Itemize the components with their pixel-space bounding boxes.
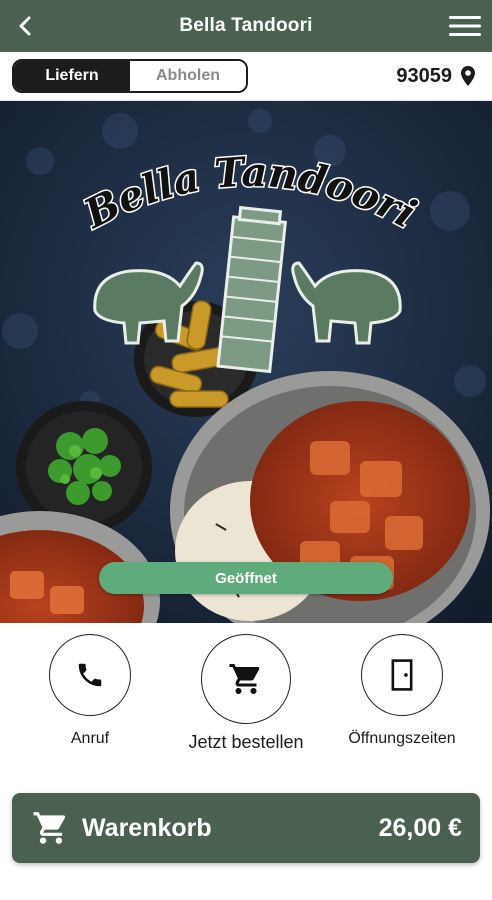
shopping-cart-bar[interactable]: Warenkorb 26,00 € <box>12 793 480 863</box>
cart-icon <box>229 664 260 694</box>
call-button[interactable] <box>49 634 131 716</box>
app-title: Bella Tandoori <box>179 15 313 36</box>
phone-icon <box>78 663 102 687</box>
mode-option-liefern[interactable]: Liefern <box>14 61 130 91</box>
restaurant-hero-image: Bella Tandoori <box>0 101 492 623</box>
delivery-pickup-toggle: Liefern Abholen <box>12 59 248 93</box>
door-icon <box>391 659 413 691</box>
action-call: Anruf <box>10 634 170 748</box>
zip-code: 93059 <box>396 64 452 87</box>
action-order-now: Jetzt bestellen <box>166 634 326 753</box>
order-now-label: Jetzt bestellen <box>188 732 304 752</box>
top-app-bar: Bella Tandoori <box>0 0 492 52</box>
open-status-badge[interactable]: Geöffnet <box>99 562 393 594</box>
cart-total: 26,00 € <box>378 814 462 842</box>
mode-option-abholen[interactable]: Abholen <box>130 61 246 91</box>
cart-label: Warenkorb <box>82 814 212 842</box>
order-now-button[interactable] <box>201 634 291 724</box>
map-pin-icon <box>461 66 475 86</box>
order-mode-bar: Liefern Abholen 93059 <box>0 52 492 101</box>
action-opening-hours: Öffnungszeiten <box>322 634 482 748</box>
hamburger-menu-icon[interactable] <box>448 12 482 40</box>
delivery-location[interactable]: 93059 <box>396 52 476 100</box>
opening-hours-label: Öffnungszeiten <box>348 730 456 747</box>
opening-hours-button[interactable] <box>361 634 443 716</box>
cart-icon <box>33 812 66 844</box>
call-label: Anruf <box>70 730 110 747</box>
